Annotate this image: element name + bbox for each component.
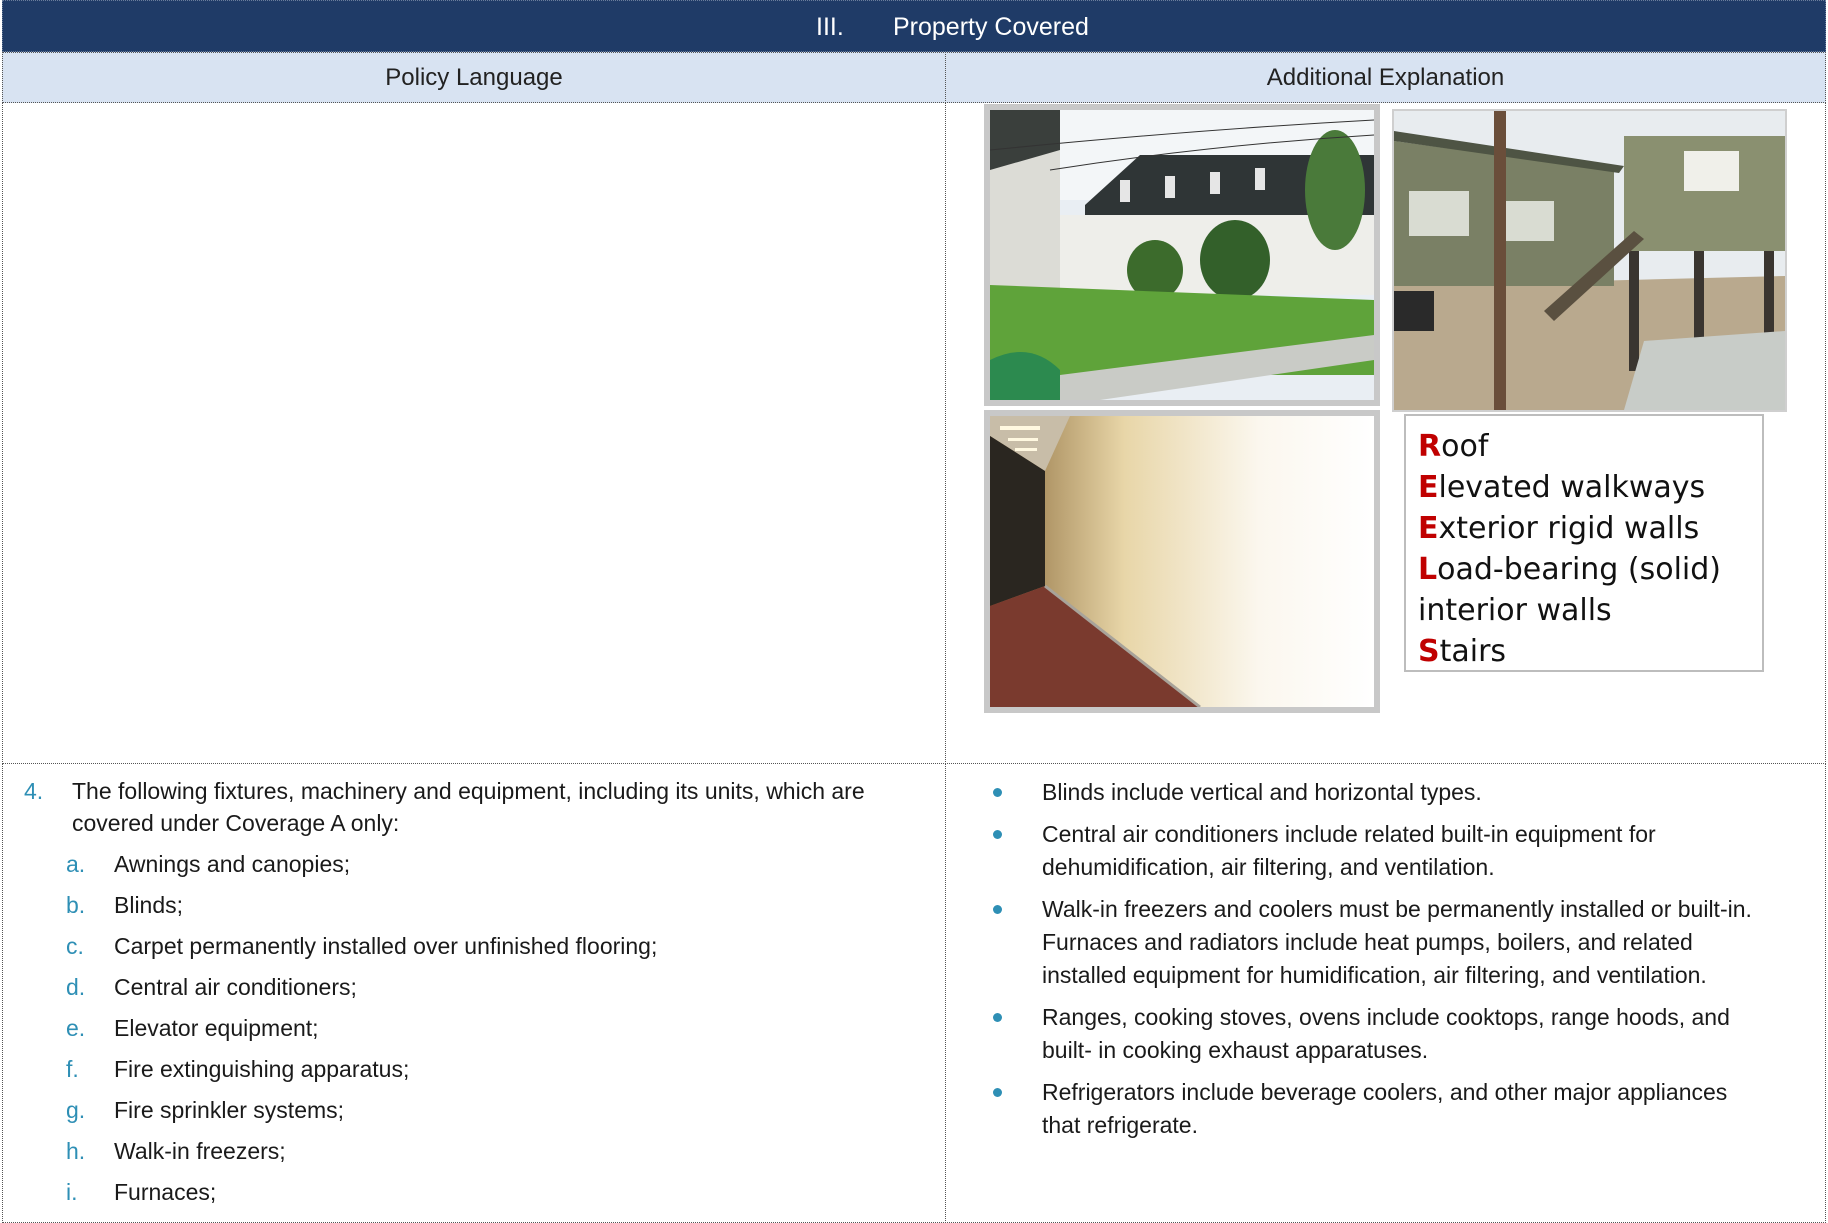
column-header-policy-language: Policy Language: [2, 52, 946, 103]
column-header-additional-explanation: Additional Explanation: [945, 52, 1826, 103]
bullet-text: Blinds include vertical and horizontal t…: [1042, 779, 1482, 805]
policy-subitem: g. Fire sprinkler systems;: [66, 1094, 924, 1126]
section-number: III.: [816, 13, 844, 41]
subitem-text: Walk-in freezers;: [114, 1138, 286, 1164]
section-title: Property Covered: [893, 13, 1089, 41]
bullet-text: Walk-in freezers and coolers must be per…: [1042, 896, 1752, 988]
subitem-text: Furnaces;: [114, 1179, 217, 1205]
bullet-item: Walk-in freezers and coolers must be per…: [990, 893, 1790, 992]
reels-mnemonic-box: Roof Elevated walkways Exterior rigid wa…: [1404, 414, 1764, 672]
bullet-dot-icon: [990, 1001, 1042, 1067]
policy-subitem: f. Fire extinguishing apparatus;: [66, 1053, 924, 1085]
subitem-text: Carpet permanently installed over unfini…: [114, 933, 658, 959]
policy-item: 4. The following fixtures, machinery and…: [24, 775, 924, 839]
bullet-text: Refrigerators include beverage coolers, …: [1042, 1079, 1728, 1138]
bullet-dot-icon: [990, 893, 1042, 992]
bullet-text: Central air conditioners include related…: [1042, 821, 1656, 880]
bullet-text: Ranges, cooking stoves, ovens include co…: [1042, 1004, 1730, 1063]
policy-subitem: e. Elevator equipment;: [66, 1012, 924, 1044]
policy-subitem: d. Central air conditioners;: [66, 971, 924, 1003]
policy-subitem: h. Walk-in freezers;: [66, 1135, 924, 1167]
subitem-text: Fire extinguishing apparatus;: [114, 1056, 410, 1082]
reels-line: Exterior rigid walls: [1418, 511, 1700, 546]
subitem-text: Blinds;: [114, 892, 184, 918]
subitem-letter: f.: [66, 1056, 79, 1082]
bullet-dot-icon: [990, 1076, 1042, 1142]
bullet-item: Blinds include vertical and horizontal t…: [990, 776, 1790, 809]
subitem-letter: i.: [66, 1179, 78, 1205]
subitem-letter: c.: [66, 933, 84, 959]
bullet-item: Refrigerators include beverage coolers, …: [990, 1076, 1790, 1142]
reels-line: Roof: [1418, 429, 1489, 464]
bullet-dot-icon: [990, 818, 1042, 884]
reels-line: Stairs: [1418, 634, 1507, 669]
policy-cell-empty: [2, 102, 946, 764]
subitem-letter: g.: [66, 1097, 86, 1123]
hallway-photo: [984, 410, 1380, 713]
policy-fixtures-list: 4. The following fixtures, machinery and…: [24, 775, 924, 1208]
subitem-text: Elevator equipment;: [114, 1015, 319, 1041]
subitem-letter: b.: [66, 892, 86, 918]
explanation-bullets: Blinds include vertical and horizontal t…: [990, 776, 1790, 1151]
property-covered-table: III. Property Covered Policy Language Ad…: [0, 0, 1828, 1223]
subitem-letter: h.: [66, 1138, 86, 1164]
section-title-bar: III. Property Covered: [2, 0, 1826, 52]
elevated-house-photo: [1392, 109, 1787, 412]
policy-subitem: b. Blinds;: [66, 889, 924, 921]
subitem-letter: d.: [66, 974, 86, 1000]
subitem-text: Central air conditioners;: [114, 974, 357, 1000]
policy-subitem: c. Carpet permanently installed over unfi…: [66, 930, 924, 962]
policy-subitem: a. Awnings and canopies;: [66, 848, 924, 880]
bullet-item: Central air conditioners include related…: [990, 818, 1790, 884]
policy-subitem: i. Furnaces;: [66, 1176, 924, 1208]
bullet-item: Ranges, cooking stoves, ovens include co…: [990, 1001, 1790, 1067]
subitem-text: Fire sprinkler systems;: [114, 1097, 345, 1123]
subitem-text: Awnings and canopies;: [114, 851, 351, 877]
bullet-dot-icon: [990, 776, 1042, 809]
item-text: The following fixtures, machinery and eq…: [72, 778, 865, 836]
wall-lawn-photo: [984, 104, 1380, 406]
item-number: 4.: [24, 778, 44, 804]
subitem-letter: a.: [66, 851, 86, 877]
subitem-letter: e.: [66, 1015, 86, 1041]
reels-line: Load-bearing (solid): [1418, 552, 1721, 587]
reels-line: Elevated walkways: [1418, 470, 1706, 505]
reels-line: interior walls: [1418, 593, 1612, 628]
